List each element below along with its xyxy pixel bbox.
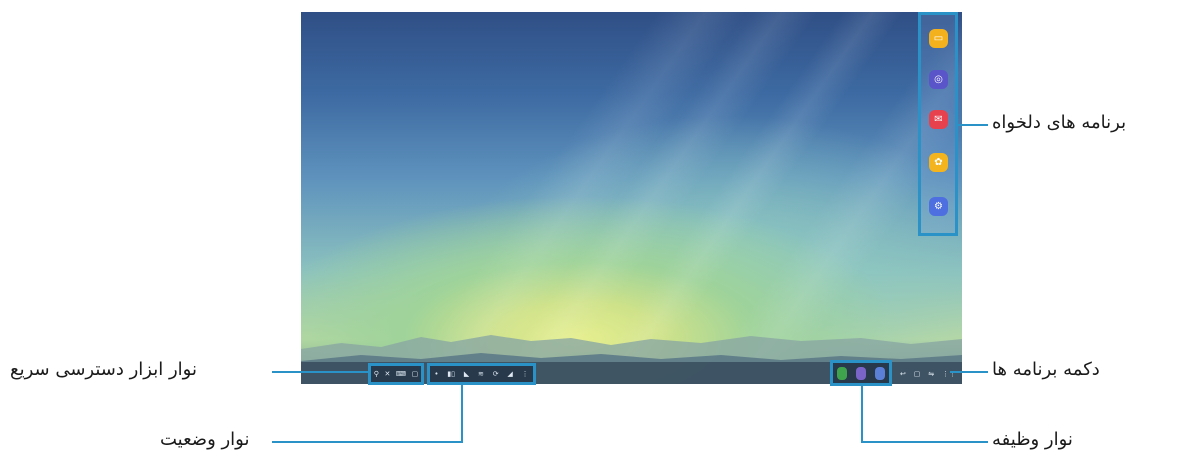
label-taskbar: نوار وظیفه: [992, 429, 1073, 450]
wifi-icon[interactable]: ≋: [478, 370, 484, 378]
internet-icon[interactable]: ◎: [929, 70, 948, 89]
leader-line-favorite-apps: [958, 124, 988, 126]
taskbar-apps: [830, 360, 892, 386]
window-icon[interactable]: ▢: [412, 370, 419, 378]
volume-icon[interactable]: ◢: [507, 370, 512, 378]
status-bar: • ▮▯ ◣ ≋ ⟳ ◢ ⋮: [427, 363, 536, 385]
label-apps-button: دکمه برنامه ها: [992, 359, 1100, 380]
more-icon[interactable]: ⋮: [522, 370, 529, 378]
instruction-figure: ▭ ◎ ✉ ✿ ⚙ ⚲ ✕ ⌨ ▢ • ▮▯ ◣ ≋ ⟳ ◢ ⋮ ↩ ▢ ⇋ ⋮…: [0, 0, 1181, 470]
label-quick-access-toolbar: نوار ابزار دسترسی سریع: [10, 359, 197, 380]
settings-icon[interactable]: ⚙: [929, 197, 948, 216]
leader-line-status-bar-v: [461, 385, 463, 442]
notification-icon[interactable]: •: [434, 370, 438, 378]
phone-app-icon[interactable]: [874, 366, 885, 380]
sync-icon[interactable]: ⟳: [493, 370, 499, 378]
android-app-icon[interactable]: [837, 366, 848, 380]
battery-icon[interactable]: ▮▯: [447, 370, 455, 378]
screen-capture-icon[interactable]: ✕: [384, 370, 390, 378]
leader-line-status-bar-h: [272, 441, 463, 443]
leader-line-quick-access: [272, 371, 368, 373]
email-icon[interactable]: ✉: [929, 110, 948, 129]
desktop-screen: [301, 12, 962, 384]
quick-access-toolbar: ⚲ ✕ ⌨ ▢: [368, 363, 424, 385]
gallery-icon[interactable]: ✿: [929, 153, 948, 172]
home-icon[interactable]: ▢: [914, 370, 921, 378]
folder-icon[interactable]: ▭: [929, 29, 948, 48]
label-favorite-apps: برنامه های دلخواه: [992, 112, 1127, 133]
search-icon[interactable]: ⚲: [374, 370, 379, 378]
recent-icon[interactable]: ⇋: [928, 370, 934, 378]
back-icon[interactable]: ↩: [900, 370, 906, 378]
label-status-bar: نوار وضعیت: [160, 429, 250, 450]
signal-icon[interactable]: ◣: [464, 370, 469, 378]
favorite-apps-panel: ▭ ◎ ✉ ✿ ⚙: [918, 12, 958, 236]
leader-line-taskbar-v: [861, 386, 863, 442]
nav-buttons: ↩ ▢ ⇋ ⋮⋮: [896, 365, 960, 383]
leader-line-taskbar-h: [861, 441, 988, 443]
leader-line-apps-button: [950, 371, 988, 373]
keyboard-icon[interactable]: ⌨: [396, 370, 406, 378]
browser-app-icon[interactable]: [855, 366, 866, 380]
